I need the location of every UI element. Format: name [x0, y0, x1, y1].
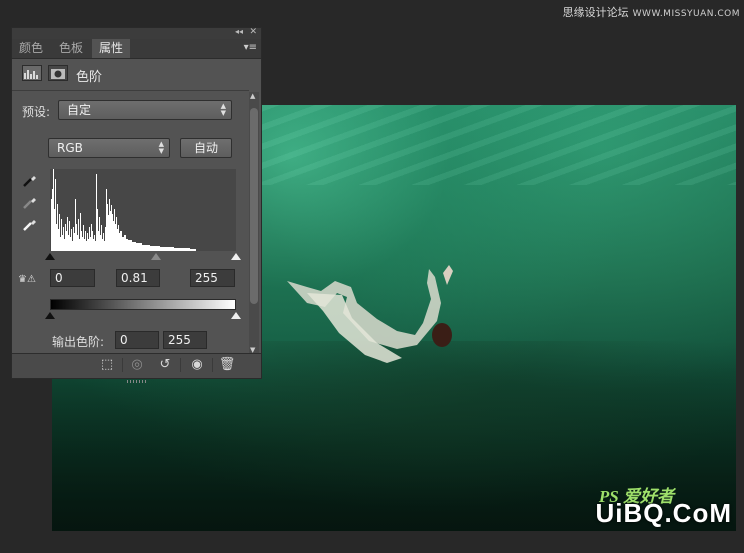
watermark-text: 思缘设计论坛 WWW.MISSYUAN.COM	[563, 4, 740, 20]
layer-mask-icon[interactable]	[48, 65, 68, 81]
panel-footer: ⬚ ◎ ↺ ◉ 🗑	[12, 353, 261, 383]
output-levels-slider[interactable]	[45, 312, 241, 320]
eyedropper-white-icon[interactable]	[22, 216, 38, 232]
output-black-handle[interactable]	[45, 312, 55, 319]
input-white-field[interactable]: 255	[190, 269, 235, 287]
trash-icon[interactable]: 🗑	[218, 357, 236, 373]
channel-value: RGB	[57, 141, 83, 155]
dropdown-arrows-icon: ▲ ▼	[220, 102, 226, 117]
tab-color[interactable]: 颜色	[12, 39, 50, 58]
input-black-point-handle[interactable]	[45, 253, 55, 260]
eyedropper-black-icon[interactable]	[22, 172, 38, 188]
floating-woman-figure	[287, 265, 453, 363]
watermark-site-url: WWW.MISSYUAN.COM	[632, 9, 740, 19]
watermark-site-name: 思缘设计论坛	[562, 6, 629, 19]
clip-to-layer-icon[interactable]: ⬚	[98, 357, 116, 373]
histogram-graph	[50, 169, 196, 251]
channel-dropdown[interactable]: RGB ▲ ▼	[48, 138, 170, 158]
divider	[180, 358, 181, 372]
output-white-handle[interactable]	[231, 312, 241, 319]
levels-adjustment-icon[interactable]	[22, 65, 42, 81]
panel-resize-grip[interactable]	[127, 380, 147, 383]
close-icon[interactable]: ✕	[249, 27, 257, 37]
panel-scrollbar[interactable]: ▲ ▼	[249, 92, 259, 354]
adjustment-header: 色阶	[12, 59, 261, 89]
divider	[212, 358, 213, 372]
view-previous-icon[interactable]: ◎	[128, 357, 146, 373]
output-white-field[interactable]: 255	[163, 331, 207, 349]
visibility-eye-icon[interactable]: ◉	[188, 357, 206, 373]
divider	[122, 358, 123, 372]
properties-panel: ◂◂ ✕ 颜色 色板 属性 ▾≡ 色阶 预设: 自定 ▲ ▼ RGB ▲ ▼ 自动	[11, 27, 262, 383]
collapse-icon[interactable]: ◂◂	[235, 27, 243, 36]
adjustment-title: 色阶	[76, 70, 103, 85]
output-gradient-bar	[50, 299, 236, 310]
preset-label: 预设:	[22, 105, 51, 119]
preset-dropdown[interactable]: 自定 ▲ ▼	[58, 100, 232, 120]
scroll-up-icon[interactable]: ▲	[250, 92, 255, 100]
levels-histogram	[50, 169, 236, 251]
scrollbar-thumb[interactable]	[250, 108, 258, 304]
clipping-warning-icon[interactable]: ♛⚠	[18, 274, 36, 285]
output-levels-label: 输出色阶:	[52, 335, 105, 349]
tab-swatches[interactable]: 色板	[52, 39, 90, 58]
tab-properties[interactable]: 属性	[92, 39, 131, 58]
dropdown-arrows-icon: ▲ ▼	[158, 140, 164, 155]
preset-value: 自定	[67, 103, 92, 117]
output-black-field[interactable]: 0	[115, 331, 159, 349]
input-levels-slider[interactable]	[45, 253, 241, 261]
input-gamma-field[interactable]: 0.81	[116, 269, 160, 287]
reset-icon[interactable]: ↺	[156, 357, 174, 373]
auto-button[interactable]: 自动	[180, 138, 232, 158]
divider	[12, 90, 249, 91]
input-white-point-handle[interactable]	[231, 253, 241, 260]
eyedropper-gray-icon[interactable]	[22, 194, 38, 210]
input-black-field[interactable]: 0	[50, 269, 95, 287]
panel-titlebar[interactable]: ◂◂ ✕	[12, 27, 261, 39]
uibq-watermark-logo: UiBQ.CoM	[595, 498, 732, 528]
input-gamma-handle[interactable]	[151, 253, 161, 260]
panel-menu-icon[interactable]: ▾≡	[244, 42, 257, 53]
panel-tabs: 颜色 色板 属性 ▾≡	[12, 39, 261, 59]
